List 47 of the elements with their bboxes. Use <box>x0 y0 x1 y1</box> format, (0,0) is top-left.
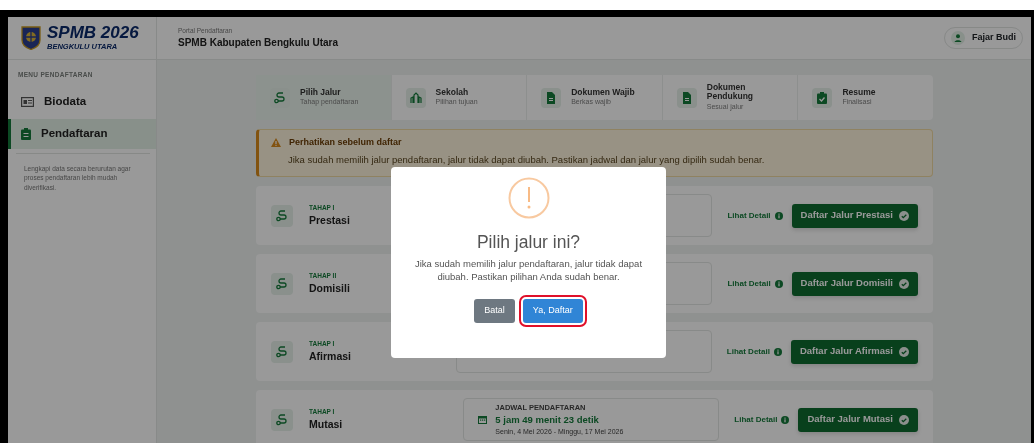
detail-link[interactable]: Lihat Detail <box>734 413 790 426</box>
cancel-button[interactable]: Batal <box>474 298 515 323</box>
document-icon <box>681 91 692 104</box>
user-icon <box>951 31 965 45</box>
brand-title: SPMB 2026 <box>47 23 139 41</box>
info-icon <box>781 415 790 424</box>
route-icon <box>276 413 288 426</box>
register-button[interactable]: Daftar Jalur Afirmasi <box>790 339 918 364</box>
route-icon <box>276 345 288 358</box>
warning-icon <box>271 138 281 148</box>
info-icon <box>773 347 782 356</box>
info-icon <box>774 211 783 220</box>
detail-link[interactable]: Lihat Detail <box>727 209 783 222</box>
portal-title: SPMB Kabupaten Bengkulu Utara <box>178 36 339 51</box>
check-circle-icon <box>899 346 909 357</box>
id-card-icon <box>21 96 34 107</box>
crest-logo-icon <box>21 26 41 50</box>
user-name: Fajar Budi <box>972 31 1016 45</box>
countdown: 5 jam 49 menit 23 detik <box>495 412 600 427</box>
building-icon <box>409 91 422 104</box>
calendar-icon <box>478 415 488 424</box>
path-name: Prestasi <box>309 212 350 228</box>
sidebar-item[interactable]: Pendaftaran <box>8 118 156 149</box>
document-icon <box>546 91 557 104</box>
detail-link[interactable]: Lihat Detail <box>726 345 782 358</box>
route-icon <box>274 91 286 104</box>
path-name: Afirmasi <box>309 348 351 364</box>
alert-text: Jika sudah memilih jalur pendaftaran, jalur tidak dapat diubah. Pastikan jadwal dan jalur yang dipilih sudah benar. <box>287 152 766 167</box>
exclamation-icon <box>507 177 550 219</box>
path-name: Domisili <box>309 280 350 296</box>
check-circle-icon <box>899 414 909 425</box>
register-button[interactable]: Daftar Jalur Domisili <box>791 271 918 296</box>
dialog-title: Pilih jalur ini? <box>476 231 581 254</box>
path-name: Mutasi <box>309 416 343 432</box>
alert-title: Perhatikan sebelum daftar <box>289 136 402 149</box>
detail-link[interactable]: Lihat Detail <box>727 277 783 290</box>
sidebar-item[interactable]: Biodata <box>8 86 156 117</box>
route-icon <box>276 209 288 222</box>
check-circle-icon <box>899 278 909 289</box>
register-button[interactable]: Daftar Jalur Mutasi <box>798 407 918 432</box>
dialog-text: Jika sudah memilih jalur pendaftaran, jalur tidak dapat diubah. Pastikan pilihan Anda sudah benar. <box>413 258 644 283</box>
route-icon <box>276 277 288 290</box>
register-button[interactable]: Daftar Jalur Prestasi <box>791 203 918 228</box>
clipboard-check-icon <box>817 91 828 104</box>
info-icon <box>774 279 783 288</box>
clipboard-icon <box>21 127 31 140</box>
check-circle-icon <box>899 210 909 221</box>
